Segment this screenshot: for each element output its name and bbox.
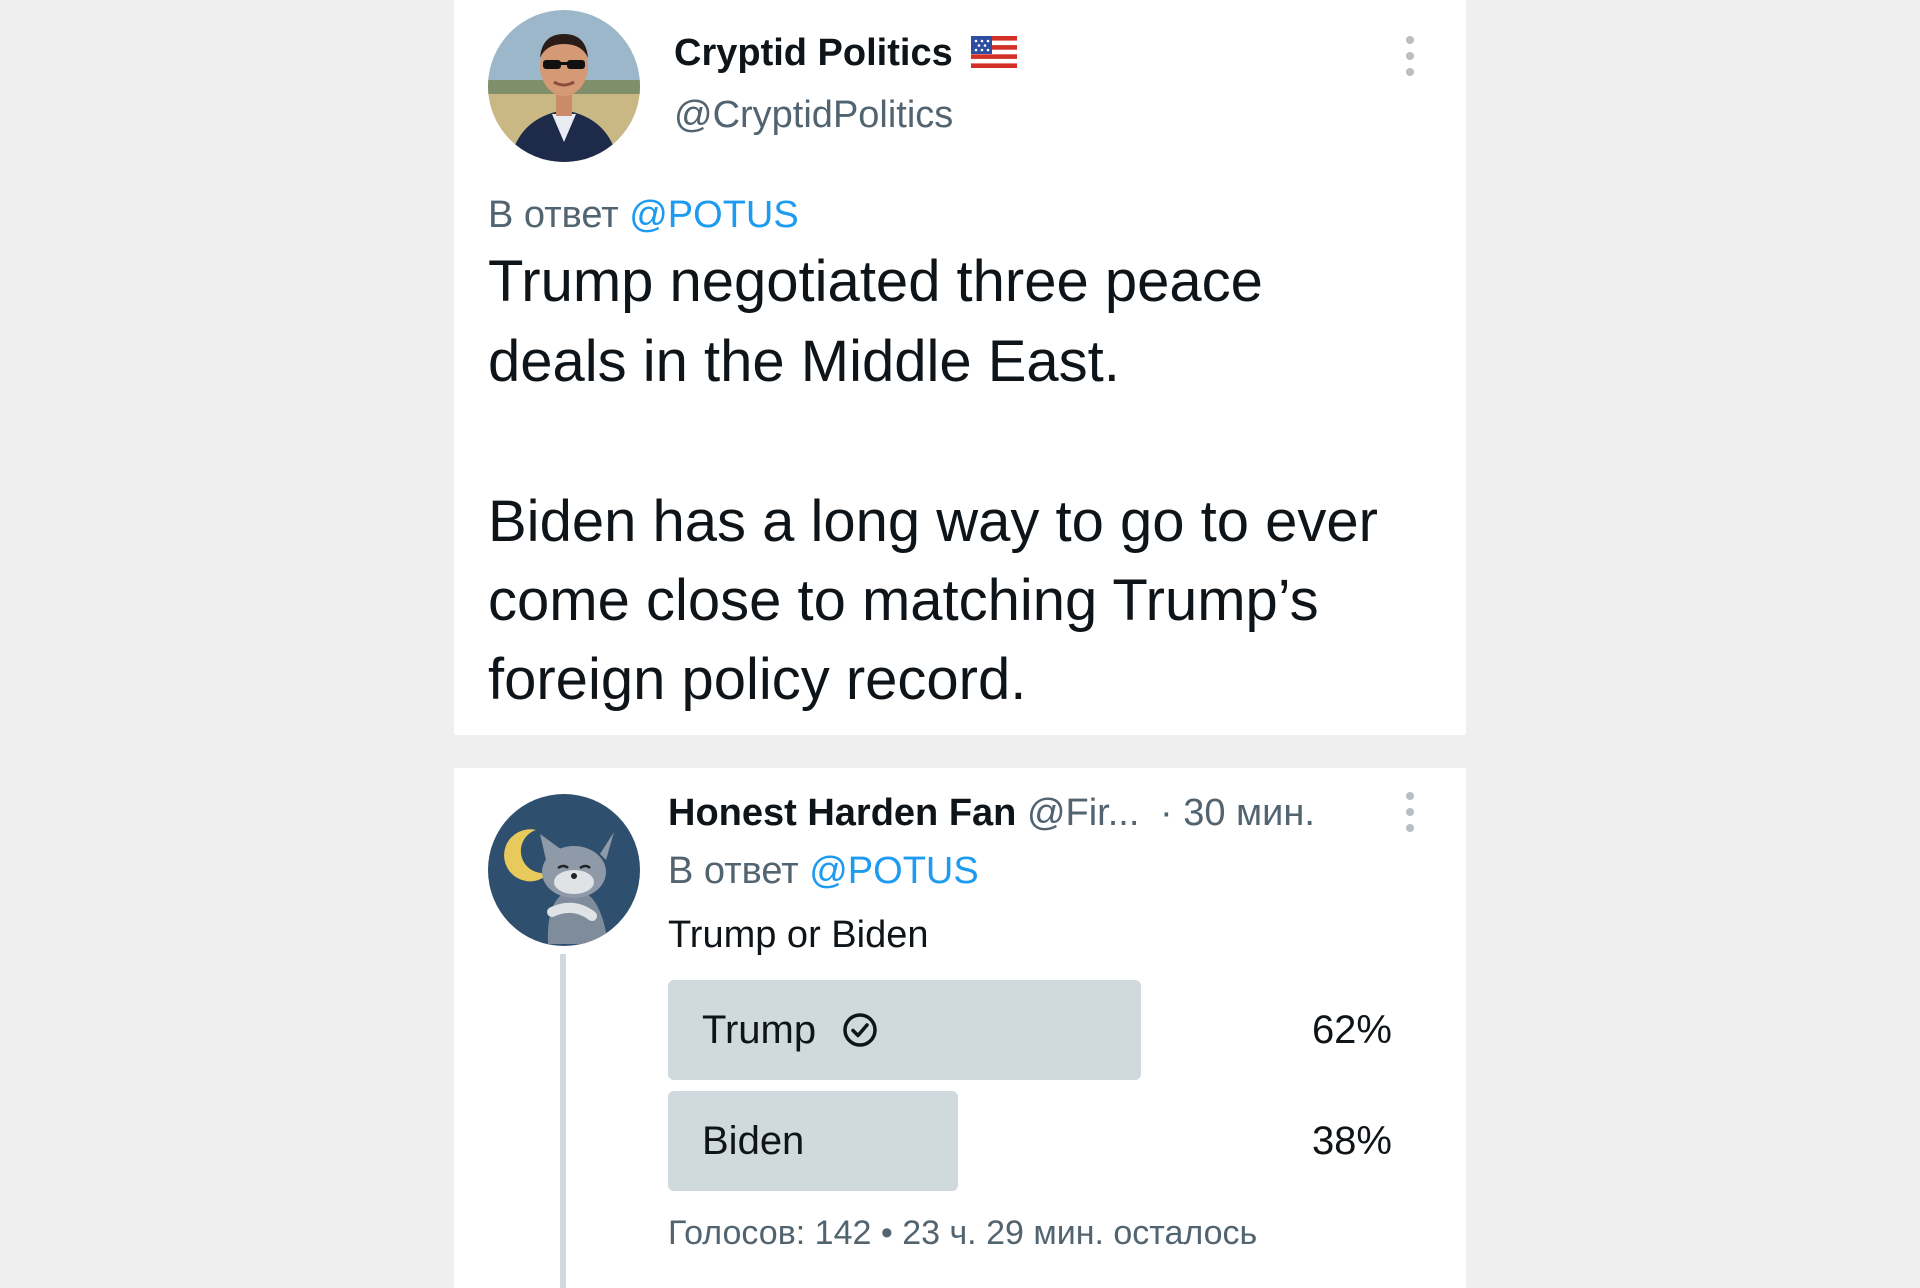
reply-text: Trump or Biden — [668, 914, 929, 956]
poll-option-percent: 38% — [1311, 1119, 1392, 1163]
reply-context: В ответ @POTUS — [488, 194, 799, 237]
timestamp[interactable]: · 30 мин. — [1160, 792, 1315, 834]
tweet-text-line: come close to matching Trump’s — [488, 568, 1319, 633]
display-name[interactable]: Cryptid Politics — [674, 32, 953, 74]
display-name[interactable]: Honest Harden Fan — [668, 792, 1016, 834]
poll-option-percent: 62% — [1311, 1008, 1392, 1052]
more-options-icon[interactable] — [1400, 790, 1420, 834]
reply-prefix: В ответ — [488, 194, 619, 236]
reply-tweet-card[interactable]: Honest Harden Fan @Fir... · 30 мин. В от… — [454, 768, 1466, 1288]
reply-context: В ответ @POTUS — [668, 850, 979, 893]
avatar[interactable] — [488, 794, 640, 946]
thread-line — [560, 954, 566, 1288]
us-flag-icon — [971, 35, 1018, 78]
tweet-text-line: Biden has a long way to go to ever — [488, 489, 1378, 554]
avatar[interactable] — [488, 10, 640, 162]
poll-option-label: Trump — [702, 1008, 817, 1052]
more-options-icon[interactable] — [1400, 34, 1420, 78]
reply-mention-link[interactable]: @POTUS — [809, 850, 978, 892]
tweet-card[interactable]: Cryptid Politics @CryptidPolitics В отве… — [454, 0, 1466, 735]
handle[interactable]: @CryptidPolitics — [674, 94, 953, 137]
poll-option-trump[interactable]: Trump 62% — [668, 980, 1392, 1080]
handle[interactable]: @Fir... — [1027, 792, 1139, 834]
reply-mention-link[interactable]: @POTUS — [629, 194, 798, 236]
poll-option-label: Biden — [702, 1119, 805, 1163]
reply-prefix: В ответ — [668, 850, 799, 892]
poll-footer: Голосов: 142 • 23 ч. 29 мин. осталось — [668, 1214, 1258, 1252]
tweet-text-line: foreign policy record. — [488, 647, 1027, 712]
check-circle-icon — [842, 1012, 878, 1048]
tweet-text-line: Trump negotiated three peace — [488, 249, 1263, 314]
poll-option-biden[interactable]: Biden 38% — [668, 1091, 1392, 1191]
tweet-text-line: deals in the Middle East. — [488, 329, 1120, 394]
